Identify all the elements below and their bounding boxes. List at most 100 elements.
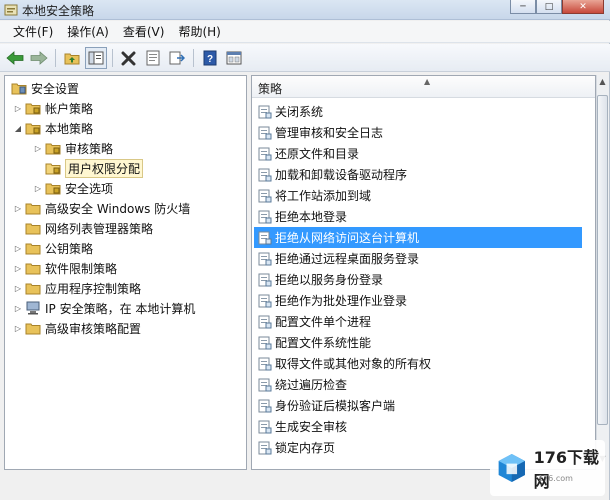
scroll-up-icon[interactable]: ▲ bbox=[597, 77, 608, 91]
policy-icon bbox=[258, 105, 272, 118]
policy-icon bbox=[258, 294, 272, 307]
tree-label: 软件限制策略 bbox=[45, 261, 118, 276]
policy-label: 拒绝以服务身份登录 bbox=[275, 273, 384, 287]
show-tree-button[interactable] bbox=[85, 46, 107, 69]
tree-label: 高级安全 Windows 防火墙 bbox=[45, 201, 191, 216]
expand-arrow-icon[interactable]: ▷ bbox=[13, 104, 23, 113]
up-folder-icon bbox=[64, 53, 80, 64]
menu-bar: 文件(F) 操作(A) 查看(V) 帮助(H) bbox=[0, 21, 610, 43]
policy-list-item[interactable]: 拒绝以服务身份登录 bbox=[254, 269, 582, 290]
tree-item-app-control[interactable]: ▷ 应用程序控制策略 bbox=[13, 278, 141, 298]
scroll-thumb[interactable] bbox=[597, 95, 608, 425]
collapse-arrow-icon[interactable]: ◢ bbox=[13, 124, 23, 133]
tree-item-account-policy[interactable]: ▷ 帐户策略 bbox=[13, 98, 93, 118]
help-button[interactable]: ? bbox=[199, 47, 221, 69]
tree-label: 网络列表管理器策略 bbox=[45, 221, 154, 236]
policy-icon bbox=[258, 231, 272, 244]
policy-list-item[interactable]: 加载和卸载设备驱动程序 bbox=[254, 164, 582, 185]
policy-list-item[interactable]: 绕过遍历检查 bbox=[254, 374, 582, 395]
policy-list-item[interactable]: 管理审核和安全日志 bbox=[254, 122, 582, 143]
tree-item-ip-security[interactable]: ▷ IP 安全策略，在 本地计算机 bbox=[13, 298, 195, 318]
delete-button[interactable] bbox=[118, 47, 140, 69]
site-watermark: 176下载网 176.com bbox=[490, 440, 605, 496]
policy-icon bbox=[258, 441, 272, 454]
tree-label: 帐户策略 bbox=[45, 101, 94, 116]
menu-view[interactable]: 查看(V) bbox=[116, 21, 172, 42]
tree-label: 本地策略 bbox=[45, 121, 94, 136]
export-button[interactable] bbox=[166, 47, 188, 69]
tree-label: 高级审核策略配置 bbox=[45, 321, 142, 336]
expand-arrow-icon[interactable]: ▷ bbox=[13, 304, 23, 313]
forward-button[interactable] bbox=[28, 47, 50, 69]
policy-list-item[interactable]: 拒绝通过远程桌面服务登录 bbox=[254, 248, 582, 269]
policy-label: 将工作站添加到域 bbox=[275, 189, 372, 203]
svg-text:?: ? bbox=[207, 54, 213, 65]
policy-list-pane[interactable]: 策略 ▲ 关闭系统管理审核和安全日志 还原文件和目录加载和卸载设备驱动程序 将工作站… bbox=[251, 75, 596, 470]
console-icon bbox=[226, 51, 242, 64]
expand-arrow-icon[interactable]: ▷ bbox=[13, 204, 23, 213]
policy-icon bbox=[258, 336, 272, 349]
tree-item-software-restriction[interactable]: ▷ 软件限制策略 bbox=[13, 258, 117, 278]
security-settings-icon bbox=[11, 83, 27, 95]
tree-item-advanced-audit[interactable]: ▷ 高级审核策略配置 bbox=[13, 318, 141, 338]
menu-help[interactable]: 帮助(H) bbox=[171, 21, 227, 42]
maximize-button[interactable]: □ bbox=[536, 0, 562, 14]
policy-list-item[interactable]: 关闭系统 bbox=[254, 101, 582, 122]
tree-pane[interactable]: 安全设置 ▷ 帐户策略 ◢ 本地策略 ▷ 审核策略 用户权限分配 ▷ 安全选项 … bbox=[4, 75, 247, 470]
policy-label: 关闭系统 bbox=[275, 105, 324, 119]
policy-list-item[interactable]: 取得文件或其他对象的所有权 bbox=[254, 353, 582, 374]
policy-label: 锁定内存页 bbox=[275, 441, 336, 455]
policy-list-item[interactable]: 将工作站添加到域 bbox=[254, 185, 582, 206]
folder-lock-icon bbox=[45, 183, 61, 195]
policy-label: 身份验证后模拟客户端 bbox=[275, 399, 396, 413]
delete-icon bbox=[121, 51, 136, 65]
properties-icon bbox=[146, 50, 160, 65]
console-button[interactable] bbox=[223, 47, 245, 69]
tree-item-firewall[interactable]: ▷ 高级安全 Windows 防火墙 bbox=[13, 198, 190, 218]
vertical-scrollbar[interactable]: ▲ ▼ bbox=[596, 75, 609, 470]
tree-item-network-list-manager[interactable]: 网络列表管理器策略 bbox=[23, 218, 153, 238]
policy-list-item[interactable]: 生成安全审核 bbox=[254, 416, 582, 437]
title-bar[interactable]: 本地安全策略 ─ □ ✕ bbox=[0, 0, 610, 20]
tree-item-user-rights-assignment[interactable]: 用户权限分配 bbox=[43, 158, 144, 178]
policy-label: 加载和卸载设备驱动程序 bbox=[275, 168, 408, 182]
tree-item-public-key-policy[interactable]: ▷ 公钥策略 bbox=[13, 238, 93, 258]
tree-item-security-settings[interactable]: 安全设置 bbox=[9, 78, 79, 98]
local-security-policy-window: 本地安全策略 ─ □ ✕ 文件(F) 操作(A) 查看(V) 帮助(H) ? 安… bbox=[0, 0, 610, 500]
tree-item-audit-policy[interactable]: ▷ 审核策略 bbox=[33, 138, 113, 158]
policy-list-item[interactable]: 拒绝作为批处理作业登录 bbox=[254, 290, 582, 311]
policy-list-item[interactable]: 还原文件和目录 bbox=[254, 143, 582, 164]
policy-label: 生成安全审核 bbox=[275, 420, 348, 434]
column-header-policy[interactable]: 策略 ▲ bbox=[252, 76, 595, 98]
forward-icon bbox=[30, 50, 48, 65]
expand-arrow-icon[interactable]: ▷ bbox=[33, 144, 43, 153]
properties-button[interactable] bbox=[142, 47, 164, 69]
policy-icon bbox=[258, 189, 272, 202]
tree-item-local-policy[interactable]: ◢ 本地策略 bbox=[13, 118, 93, 138]
menu-action[interactable]: 操作(A) bbox=[60, 21, 116, 42]
expand-arrow-icon[interactable]: ▷ bbox=[13, 324, 23, 333]
expand-arrow-icon[interactable]: ▷ bbox=[33, 184, 43, 193]
policy-list-item[interactable]: 拒绝本地登录 bbox=[254, 206, 582, 227]
expand-arrow-icon[interactable]: ▷ bbox=[13, 284, 23, 293]
policy-list-item[interactable]: 身份验证后模拟客户端 bbox=[254, 395, 582, 416]
back-button[interactable] bbox=[4, 47, 26, 69]
minimize-button[interactable]: ─ bbox=[510, 0, 536, 14]
expand-arrow-icon[interactable]: ▷ bbox=[13, 244, 23, 253]
policy-icon bbox=[258, 378, 272, 391]
expand-arrow-icon[interactable]: ▷ bbox=[13, 264, 23, 273]
policy-list-item[interactable]: 拒绝从网络访问这台计算机 bbox=[254, 227, 582, 248]
policy-label: 绕过遍历检查 bbox=[275, 378, 348, 392]
folder-lock-icon bbox=[45, 143, 61, 155]
watermark-url: 176.com bbox=[538, 474, 573, 483]
policy-label: 拒绝从网络访问这台计算机 bbox=[275, 231, 420, 245]
policy-list-item[interactable]: 配置文件系统性能 bbox=[254, 332, 582, 353]
up-folder-button[interactable] bbox=[61, 47, 83, 69]
menu-file[interactable]: 文件(F) bbox=[6, 21, 60, 42]
policy-icon bbox=[258, 147, 272, 160]
computer-icon bbox=[26, 301, 40, 315]
policy-label: 拒绝作为批处理作业登录 bbox=[275, 294, 408, 308]
tree-item-security-options[interactable]: ▷ 安全选项 bbox=[33, 178, 113, 198]
close-button[interactable]: ✕ bbox=[562, 0, 604, 14]
policy-list-item[interactable]: 配置文件单个进程 bbox=[254, 311, 582, 332]
